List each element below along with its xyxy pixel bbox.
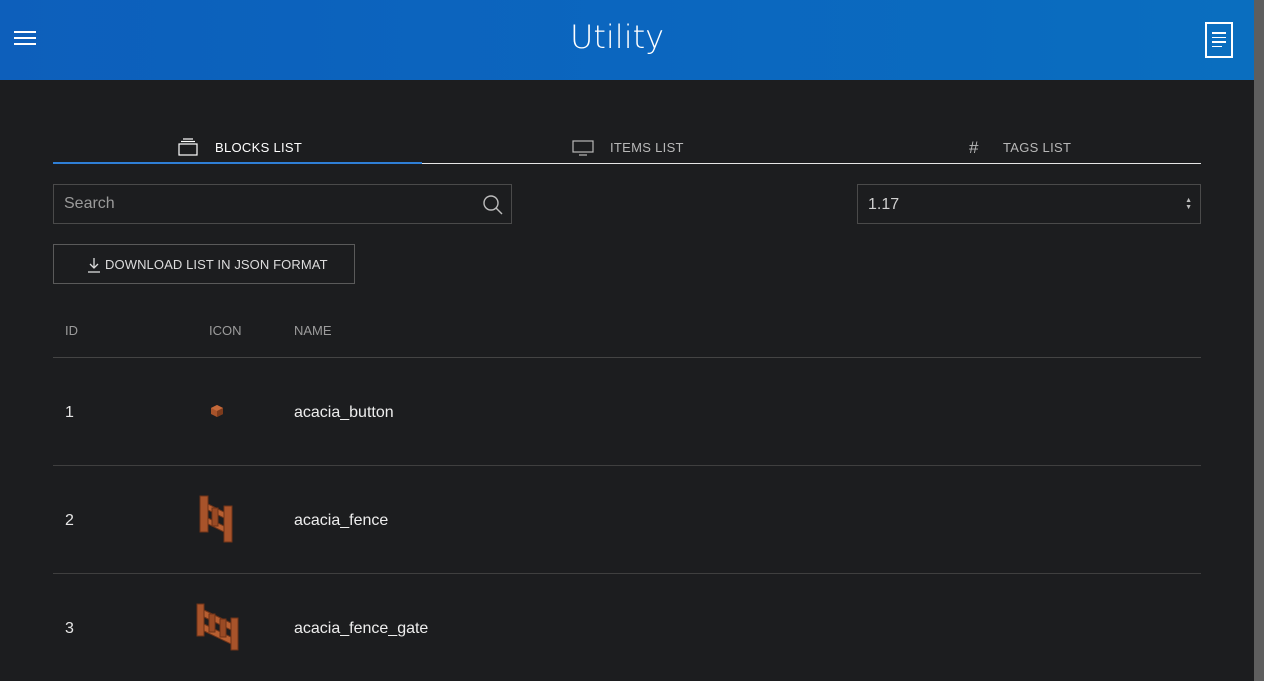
tab-blocks-list-label: BLOCKS LIST	[215, 140, 303, 155]
table-row[interactable]: 3 acacia_fence_gate	[53, 574, 1201, 681]
version-select[interactable]: 1.17 ▲ ▼	[857, 184, 1201, 224]
row-id: 3	[65, 620, 74, 637]
download-json-label: DOWNLOAD LIST IN JSON FORMAT	[105, 257, 328, 272]
scrollbar-thumb[interactable]	[1254, 0, 1264, 681]
search-input[interactable]	[64, 185, 464, 223]
tab-tags-list[interactable]: # TAGS LIST	[812, 130, 1201, 163]
row-id: 2	[65, 512, 74, 529]
tab-blocks-list[interactable]: BLOCKS LIST	[53, 130, 422, 164]
column-header-name: NAME	[294, 323, 332, 338]
app-header: Utility	[0, 0, 1254, 80]
table-row[interactable]: 1 acacia_button	[53, 358, 1201, 466]
active-tab-indicator	[53, 162, 422, 164]
row-name: acacia_button	[294, 404, 394, 421]
monitor-icon	[572, 140, 594, 156]
row-id: 1	[65, 404, 74, 421]
acacia-button-icon	[211, 405, 223, 417]
tab-tags-list-label: TAGS LIST	[1003, 140, 1072, 155]
tab-items-list[interactable]: ITEMS LIST	[422, 130, 812, 163]
acacia-fence-gate-icon	[196, 603, 239, 651]
tab-bar: BLOCKS LIST ITEMS LIST # TAGS LIST	[53, 130, 1201, 164]
search-icon[interactable]	[482, 194, 504, 216]
version-select-value: 1.17	[868, 196, 900, 213]
tab-items-list-label: ITEMS LIST	[610, 140, 684, 155]
table-header: ID ICON NAME	[53, 312, 1201, 358]
search-field	[53, 184, 512, 224]
download-json-button[interactable]: DOWNLOAD LIST IN JSON FORMAT	[53, 244, 355, 284]
acacia-fence-icon	[199, 495, 233, 543]
row-name: acacia_fence	[294, 512, 389, 529]
column-header-id: ID	[65, 323, 78, 338]
scrollbar[interactable]	[1254, 0, 1264, 681]
table-row[interactable]: 2 acacia_fence	[53, 466, 1201, 574]
select-arrows-icon: ▲ ▼	[1185, 197, 1192, 211]
column-header-icon: ICON	[209, 323, 242, 338]
page-title: Utility	[569, 18, 665, 56]
layers-icon	[178, 138, 198, 156]
row-name: acacia_fence_gate	[294, 620, 429, 637]
document-icon[interactable]	[1205, 22, 1233, 58]
download-icon	[88, 258, 100, 273]
hash-icon: #	[969, 138, 979, 157]
